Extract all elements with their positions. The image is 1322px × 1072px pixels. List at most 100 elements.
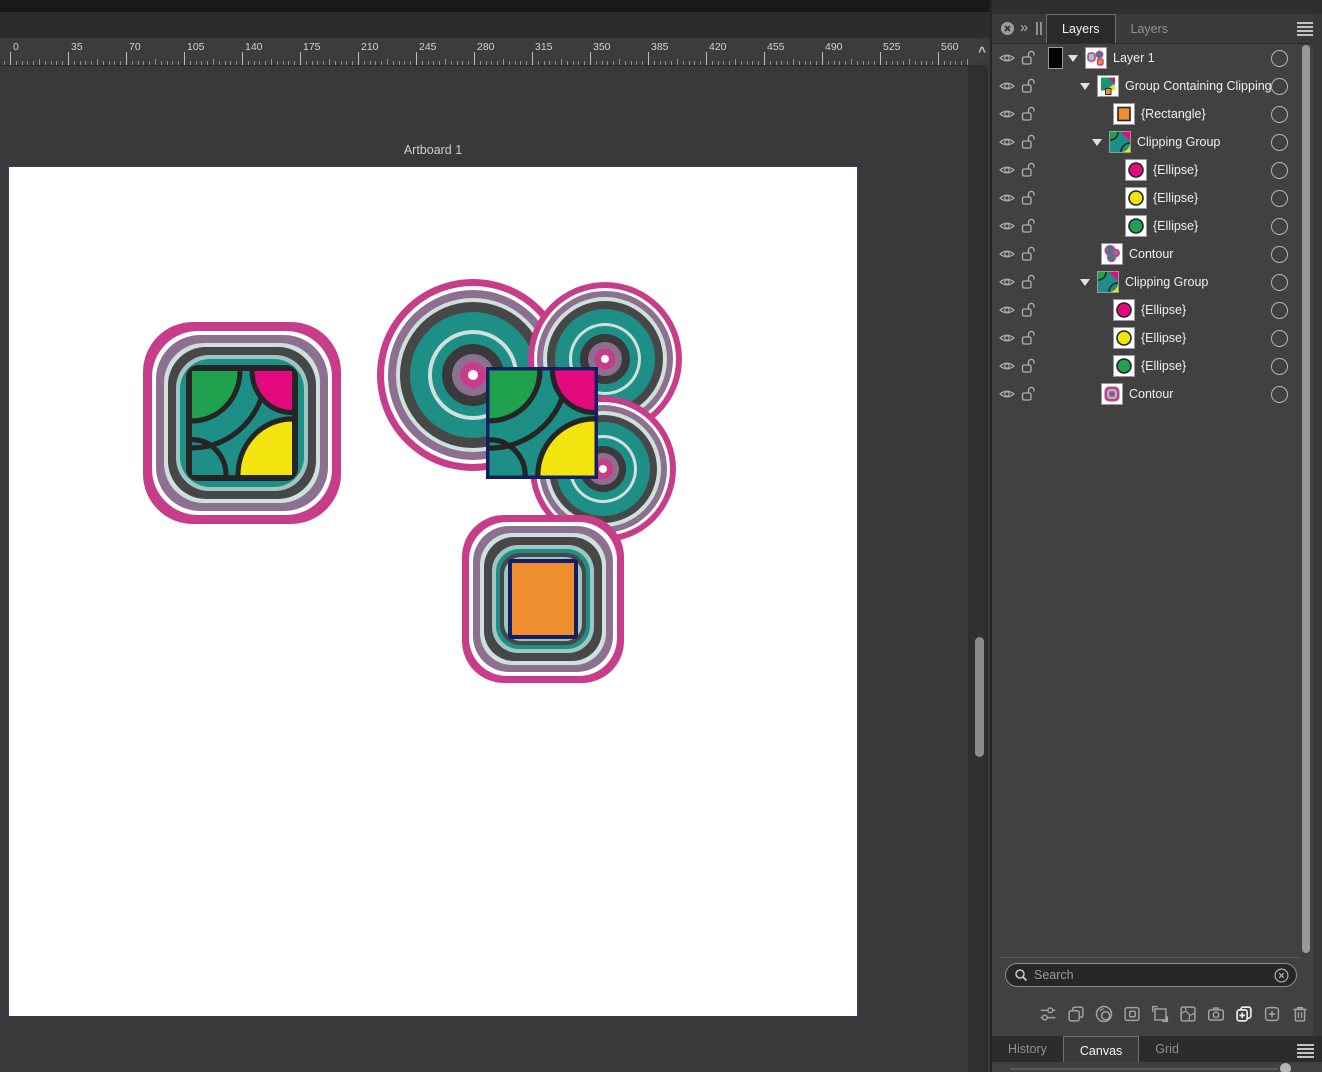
visibility-eye-icon[interactable]: [998, 220, 1016, 232]
layers-scrollbar-thumb[interactable]: [1302, 45, 1310, 953]
lock-icon[interactable]: [1020, 274, 1036, 290]
edit-all-layers-icon[interactable]: [1034, 1001, 1062, 1027]
layer-row[interactable]: Group Containing Clipping: [992, 72, 1322, 100]
visibility-eye-icon[interactable]: [998, 192, 1016, 204]
lock-icon[interactable]: [1020, 386, 1036, 402]
visibility-eye-icon[interactable]: [998, 136, 1016, 148]
mask-icon[interactable]: [1118, 1001, 1146, 1027]
lock-icon[interactable]: [1020, 78, 1036, 94]
layer-select-circle[interactable]: [1271, 246, 1288, 263]
expand-triangle-icon[interactable]: [1080, 279, 1090, 286]
search-input[interactable]: [1032, 967, 1274, 983]
layer-select-circle[interactable]: [1271, 106, 1288, 123]
visibility-eye-icon[interactable]: [998, 108, 1016, 120]
expand-triangle-icon[interactable]: [1092, 139, 1102, 146]
layer-select-circle[interactable]: [1271, 190, 1288, 207]
visibility-eye-icon[interactable]: [998, 388, 1016, 400]
layer-thumbnail[interactable]: [1101, 383, 1123, 405]
crop-frame-icon[interactable]: [1146, 1001, 1174, 1027]
lock-icon[interactable]: [1020, 358, 1036, 374]
layer-thumbnail[interactable]: [1097, 271, 1119, 293]
layer-select-circle[interactable]: [1271, 78, 1288, 95]
slider-handle[interactable]: [1280, 1063, 1291, 1072]
lock-icon[interactable]: [1020, 50, 1036, 66]
lock-icon[interactable]: [1020, 134, 1036, 150]
layer-thumbnail[interactable]: [1113, 103, 1135, 125]
layer-select-circle[interactable]: [1271, 330, 1288, 347]
layer-thumbnail[interactable]: [1113, 299, 1135, 321]
artwork-canvas[interactable]: [9, 167, 857, 1016]
layer-row[interactable]: {Ellipse}: [992, 324, 1322, 352]
expand-triangle-icon[interactable]: [1080, 83, 1090, 90]
layer-thumbnail[interactable]: [1113, 355, 1135, 377]
layer-select-circle[interactable]: [1271, 386, 1288, 403]
tab-history[interactable]: History: [992, 1036, 1063, 1062]
canvas-scrollbar-thumb[interactable]: [975, 637, 984, 757]
expand-triangle-icon[interactable]: [1068, 55, 1078, 62]
visibility-eye-icon[interactable]: [998, 360, 1016, 372]
collapse-chevrons-icon[interactable]: »: [1016, 19, 1032, 36]
slider-track[interactable]: [1010, 1068, 1278, 1070]
layer-select-circle[interactable]: [1271, 134, 1288, 151]
layer-row[interactable]: {Ellipse}: [992, 296, 1322, 324]
bottom-panel-menu-icon[interactable]: [1297, 1042, 1314, 1060]
snapshot-icon[interactable]: [1202, 1001, 1230, 1027]
artboard-title[interactable]: Artboard 1: [8, 143, 858, 157]
horizontal-ruler[interactable]: 0357010514017521024528031535038542045549…: [0, 38, 975, 66]
visibility-eye-icon[interactable]: [998, 80, 1016, 92]
layer-thumbnail[interactable]: [1125, 187, 1147, 209]
panel-drag-handle[interactable]: [1032, 22, 1046, 35]
layer-row[interactable]: Contour: [992, 240, 1322, 268]
visibility-eye-icon[interactable]: [998, 276, 1016, 288]
layer-row[interactable]: Layer 1: [992, 44, 1322, 72]
search-box[interactable]: [1005, 963, 1297, 987]
layer-color-swatch[interactable]: [1048, 47, 1063, 69]
visibility-eye-icon[interactable]: [998, 164, 1016, 176]
layer-row[interactable]: {Ellipse}: [992, 184, 1322, 212]
tab-layers-inactive[interactable]: Layers: [1116, 14, 1184, 43]
new-layer-icon[interactable]: [1258, 1001, 1286, 1027]
visibility-eye-icon[interactable]: [998, 52, 1016, 64]
layer-row[interactable]: Clipping Group: [992, 268, 1322, 296]
layer-thumbnail[interactable]: [1125, 159, 1147, 181]
layer-select-circle[interactable]: [1271, 218, 1288, 235]
delete-icon[interactable]: [1286, 1001, 1314, 1027]
canvas-vertical-scrollbar[interactable]: [968, 65, 988, 1072]
divide-icon[interactable]: [1174, 1001, 1202, 1027]
tab-layers-active[interactable]: Layers: [1046, 14, 1116, 43]
layer-thumbnail[interactable]: [1113, 327, 1135, 349]
layer-row[interactable]: {Ellipse}: [992, 156, 1322, 184]
layer-row[interactable]: {Ellipse}: [992, 352, 1322, 380]
visibility-eye-icon[interactable]: [998, 304, 1016, 316]
lock-icon[interactable]: [1020, 218, 1036, 234]
close-panel-icon[interactable]: [998, 21, 1016, 36]
layer-thumbnail[interactable]: [1085, 47, 1107, 69]
layer-select-circle[interactable]: [1271, 302, 1288, 319]
chevron-up-icon[interactable]: ^: [974, 40, 990, 62]
lock-icon[interactable]: [1020, 106, 1036, 122]
lock-icon[interactable]: [1020, 302, 1036, 318]
layer-thumbnail[interactable]: [1125, 215, 1147, 237]
layer-thumbnail[interactable]: [1101, 243, 1123, 265]
layer-select-circle[interactable]: [1271, 274, 1288, 291]
new-group-icon[interactable]: [1230, 1001, 1258, 1027]
tab-grid[interactable]: Grid: [1139, 1036, 1195, 1062]
blend-options-icon[interactable]: [1090, 1001, 1118, 1027]
clear-search-icon[interactable]: [1274, 968, 1289, 983]
layer-row[interactable]: Contour: [992, 380, 1322, 408]
panel-menu-icon[interactable]: [1297, 20, 1314, 38]
layer-select-circle[interactable]: [1271, 358, 1288, 375]
lock-icon[interactable]: [1020, 330, 1036, 346]
artboard[interactable]: [8, 166, 858, 1017]
layer-select-circle[interactable]: [1271, 162, 1288, 179]
layer-thumbnail[interactable]: [1109, 131, 1131, 153]
layer-thumbnail[interactable]: [1097, 75, 1119, 97]
layer-row[interactable]: {Ellipse}: [992, 212, 1322, 240]
layer-select-circle[interactable]: [1271, 50, 1288, 67]
lock-icon[interactable]: [1020, 246, 1036, 262]
tab-canvas[interactable]: Canvas: [1063, 1036, 1139, 1064]
visibility-eye-icon[interactable]: [998, 332, 1016, 344]
lock-icon[interactable]: [1020, 190, 1036, 206]
layer-row[interactable]: {Rectangle}: [992, 100, 1322, 128]
lock-icon[interactable]: [1020, 162, 1036, 178]
